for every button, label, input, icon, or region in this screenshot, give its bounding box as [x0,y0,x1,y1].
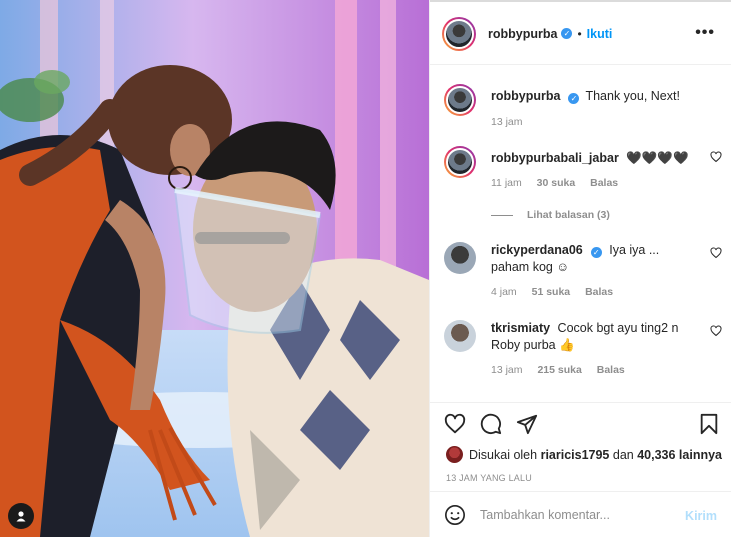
liker-avatar[interactable] [446,446,463,463]
post-time[interactable]: 13 JAM YANG LALU [446,473,532,483]
comment-icon[interactable] [480,413,502,435]
comment-time[interactable]: 13 jam [491,116,523,128]
post-comment-button[interactable]: Kirim [685,509,717,523]
comment-likes[interactable]: 51 suka [532,286,571,298]
header-separator: • [577,26,582,41]
avatar[interactable] [444,320,476,352]
comment-username[interactable]: tkrismiaty [491,321,550,335]
comment-item: rickyperdana06 ✓ Iya iya ... paham kog ☺ … [444,242,722,298]
comment-item: tkrismiaty Cocok bgt ayu ting2 n Roby pu… [444,320,722,376]
more-icon[interactable]: ••• [695,24,715,42]
post-photo[interactable] [0,0,429,537]
replies-line [491,214,513,216]
comment-text: 🖤🖤🖤🖤 [626,151,689,165]
comment-list[interactable]: robbypurba ✓ Thank you, Next! 13 jam robby… [430,66,731,402]
author-avatar[interactable] [442,16,476,51]
comment-username[interactable]: rickyperdana06 [491,243,583,257]
post-image [0,0,429,537]
post-actions: Disukai oleh riaricis1795 dan 40,336 lai… [430,402,731,490]
comment-likes[interactable]: 30 suka [537,177,576,189]
emoji-icon[interactable] [444,504,466,526]
comment-time[interactable]: 13 jam [491,364,523,376]
verified-icon: ✓ [590,247,602,258]
author-username[interactable]: robbypurba [488,27,557,41]
likes-summary: Disukai oleh riaricis1795 dan 40,336 lai… [446,446,722,463]
post-header: robbypurba ✓ • Ikuti ••• [430,3,731,65]
view-replies-label: Lihat balasan (3) [527,209,610,221]
comment-heart-icon[interactable] [710,151,722,163]
liked-by-middle: dan [612,447,634,462]
comment-heart-icon[interactable] [710,247,722,259]
divider [430,0,731,2]
add-comment-bar: Kirim [430,491,731,537]
reply-button[interactable]: Balas [597,364,625,376]
verified-icon: ✓ [568,93,580,104]
liked-by-count[interactable]: 40,336 lainnya [637,448,722,462]
user-tag-icon[interactable] [8,503,34,529]
reply-button[interactable]: Balas [585,286,613,298]
avatar[interactable] [444,242,476,274]
comment-item: robbypurbabali_jabar 🖤🖤🖤🖤 11 jam 30 suka… [444,146,722,189]
avatar[interactable] [444,146,476,178]
follow-button[interactable]: Ikuti [587,27,613,41]
reply-button[interactable]: Balas [590,177,618,189]
liked-by-prefix: Disukai oleh [469,447,538,462]
comment-time[interactable]: 11 jam [491,177,522,189]
comment-heart-icon[interactable] [710,325,722,337]
comment-time[interactable]: 4 jam [491,286,517,298]
share-icon[interactable] [516,413,538,435]
verified-icon: ✓ [561,28,573,39]
bookmark-icon[interactable] [699,413,719,435]
comment-input[interactable] [480,507,670,522]
comment-username[interactable]: robbypurba [491,89,560,103]
post-sidebar: robbypurba ✓ • Ikuti ••• robbypurba ✓ Than… [429,0,731,537]
caption: robbypurba ✓ Thank you, Next! 13 jam [444,84,719,128]
comment-username[interactable]: robbypurbabali_jabar [491,151,619,165]
avatar[interactable] [444,84,476,116]
heart-icon[interactable] [444,413,466,435]
comment-likes[interactable]: 215 suka [537,364,581,376]
liked-by-user[interactable]: riaricis1795 [541,448,610,462]
view-replies-button[interactable]: Lihat balasan (3) [491,209,610,221]
comment-text: Thank you, Next! [585,89,680,103]
